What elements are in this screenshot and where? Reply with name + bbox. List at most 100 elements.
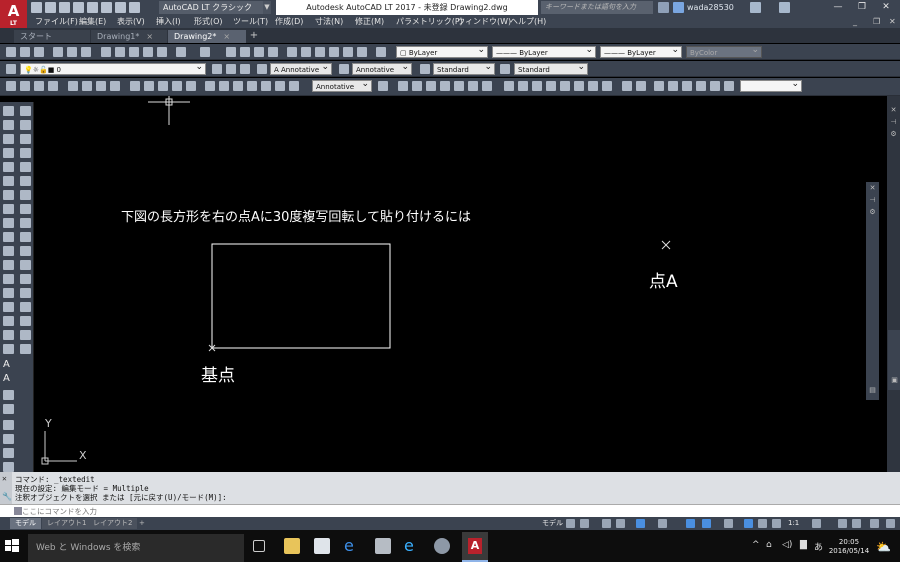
undo-icon[interactable] bbox=[176, 47, 186, 57]
tray-chevron-icon[interactable]: ^ bbox=[752, 540, 760, 550]
circle-icon[interactable] bbox=[68, 81, 78, 91]
lineweight-icon[interactable] bbox=[724, 519, 733, 528]
annotation-scale-value[interactable]: 1:1 bbox=[788, 518, 799, 529]
layer-state-icon[interactable] bbox=[240, 64, 250, 74]
tab-close-icon[interactable]: × bbox=[146, 32, 153, 41]
line-icon[interactable] bbox=[6, 81, 16, 91]
share-icon[interactable] bbox=[129, 2, 140, 13]
layer-previous-icon[interactable] bbox=[226, 64, 236, 74]
pin-icon[interactable]: ⊣ bbox=[868, 196, 877, 205]
plotstyle-control[interactable]: ByColor bbox=[686, 46, 762, 58]
infer-icon[interactable] bbox=[602, 519, 611, 528]
save-icon[interactable] bbox=[59, 2, 70, 13]
open-icon[interactable] bbox=[20, 47, 30, 57]
markup-icon[interactable] bbox=[343, 47, 353, 57]
array-icon[interactable] bbox=[20, 162, 31, 172]
block-editor-icon[interactable] bbox=[157, 47, 167, 57]
annotation-icon[interactable] bbox=[3, 462, 14, 472]
tolerance-icon[interactable] bbox=[275, 81, 285, 91]
wrench-icon[interactable]: 🔧 bbox=[2, 492, 12, 501]
table-style-icon[interactable] bbox=[420, 64, 430, 74]
menu-insert[interactable]: 挿入(I) bbox=[156, 15, 181, 28]
erase-icon[interactable] bbox=[504, 81, 514, 91]
polyline-icon[interactable] bbox=[3, 134, 14, 144]
blend-icon[interactable] bbox=[20, 344, 31, 354]
center-mark-icon[interactable] bbox=[289, 81, 299, 91]
tab-close-icon[interactable]: × bbox=[223, 32, 230, 41]
user-name[interactable]: wada28530 bbox=[687, 0, 747, 15]
explode-icon[interactable] bbox=[602, 81, 612, 91]
find-icon[interactable] bbox=[3, 404, 14, 414]
draworder-above-icon[interactable] bbox=[682, 81, 692, 91]
quick-dim-icon[interactable] bbox=[233, 81, 243, 91]
copy-object-icon[interactable] bbox=[20, 120, 31, 130]
revcloud-icon[interactable] bbox=[110, 81, 120, 91]
plot-icon[interactable] bbox=[53, 47, 63, 57]
circle-icon[interactable] bbox=[3, 190, 14, 200]
tab-drawing1[interactable]: Drawing1* × bbox=[91, 30, 167, 43]
binoculars-icon[interactable] bbox=[658, 2, 669, 13]
layer-properties-icon[interactable] bbox=[6, 64, 16, 74]
gradient-icon[interactable] bbox=[3, 316, 14, 326]
volume-icon[interactable]: ◁) bbox=[782, 540, 792, 550]
mtext-icon[interactable]: A bbox=[3, 360, 14, 370]
ellipse-icon[interactable] bbox=[3, 232, 14, 242]
fillet-icon[interactable] bbox=[588, 81, 598, 91]
layer-control[interactable]: 💡☼🔓■ 0 bbox=[20, 63, 206, 75]
menu-view[interactable]: 表示(V) bbox=[117, 15, 145, 28]
justify-icon[interactable] bbox=[3, 448, 14, 458]
drawing-canvas[interactable]: 下図の長方形を右の点Aに30度複写回転して貼り付けるには 点A 基点 Y X bbox=[35, 96, 887, 472]
network-icon[interactable]: ⌂ bbox=[766, 540, 772, 550]
hatch-icon[interactable] bbox=[3, 302, 14, 312]
menu-modify[interactable]: 修正(M) bbox=[355, 15, 384, 28]
close-icon[interactable]: ✕ bbox=[874, 0, 898, 15]
publish-icon[interactable] bbox=[81, 47, 91, 57]
scale-text-icon[interactable] bbox=[3, 434, 14, 444]
arc-icon[interactable] bbox=[3, 176, 14, 186]
dim-style-control[interactable]: Annotative bbox=[352, 63, 412, 75]
bring-text-icon[interactable] bbox=[710, 81, 720, 91]
pin-icon[interactable]: ⊣ bbox=[889, 118, 898, 127]
view-control[interactable] bbox=[740, 80, 802, 92]
sheet-set-icon[interactable] bbox=[329, 47, 339, 57]
command-prompt-icon[interactable] bbox=[14, 507, 22, 515]
doc-restore-icon[interactable]: ❐ bbox=[873, 15, 880, 28]
base-point-label[interactable]: 基点 bbox=[201, 361, 235, 386]
tab-layout1[interactable]: レイアウト1 bbox=[42, 518, 92, 529]
close-icon[interactable]: ✕ bbox=[889, 106, 898, 115]
stretch-icon[interactable] bbox=[482, 81, 492, 91]
continue-icon[interactable] bbox=[261, 81, 271, 91]
radius-icon[interactable] bbox=[186, 81, 196, 91]
abc-icon[interactable] bbox=[3, 420, 14, 430]
extend-icon[interactable] bbox=[532, 81, 542, 91]
paste-icon[interactable] bbox=[129, 47, 139, 57]
rectangle-icon[interactable] bbox=[3, 162, 14, 172]
menu-window[interactable]: ウィンドウ(W) bbox=[457, 15, 511, 28]
dim-update-icon[interactable] bbox=[378, 81, 388, 91]
group-icon[interactable] bbox=[622, 81, 632, 91]
zoom-previous-icon[interactable] bbox=[268, 47, 278, 57]
arc-length-icon[interactable] bbox=[158, 81, 168, 91]
lineweight-control[interactable]: ——— ByLayer bbox=[600, 46, 682, 58]
break-at-point-icon[interactable] bbox=[20, 260, 31, 270]
zoom-realtime-icon[interactable] bbox=[240, 47, 250, 57]
mirror-icon[interactable] bbox=[412, 81, 422, 91]
undo-icon[interactable] bbox=[101, 2, 112, 13]
preview-icon[interactable] bbox=[67, 47, 77, 57]
osnap-icon[interactable] bbox=[686, 519, 695, 528]
media-icon[interactable] bbox=[375, 538, 391, 554]
break-icon[interactable] bbox=[20, 274, 31, 284]
weather-icon[interactable]: ⛅ bbox=[876, 540, 891, 554]
new-tab-icon[interactable]: + bbox=[248, 30, 260, 42]
menu-help[interactable]: ヘルプ(H) bbox=[510, 15, 546, 28]
doc-minimize-icon[interactable]: _ bbox=[853, 15, 857, 28]
isodraft-icon[interactable] bbox=[658, 519, 667, 528]
arc-icon[interactable] bbox=[82, 81, 92, 91]
revcloud-icon[interactable] bbox=[3, 204, 14, 214]
point-a-label[interactable]: 点A bbox=[649, 267, 678, 292]
dim-style-icon[interactable] bbox=[339, 64, 349, 74]
windows-start-icon[interactable] bbox=[4, 538, 20, 554]
palette-icon[interactable]: ▤ bbox=[868, 386, 877, 395]
autodesk-app-icon[interactable] bbox=[750, 2, 761, 13]
draworder-back-icon[interactable] bbox=[668, 81, 678, 91]
